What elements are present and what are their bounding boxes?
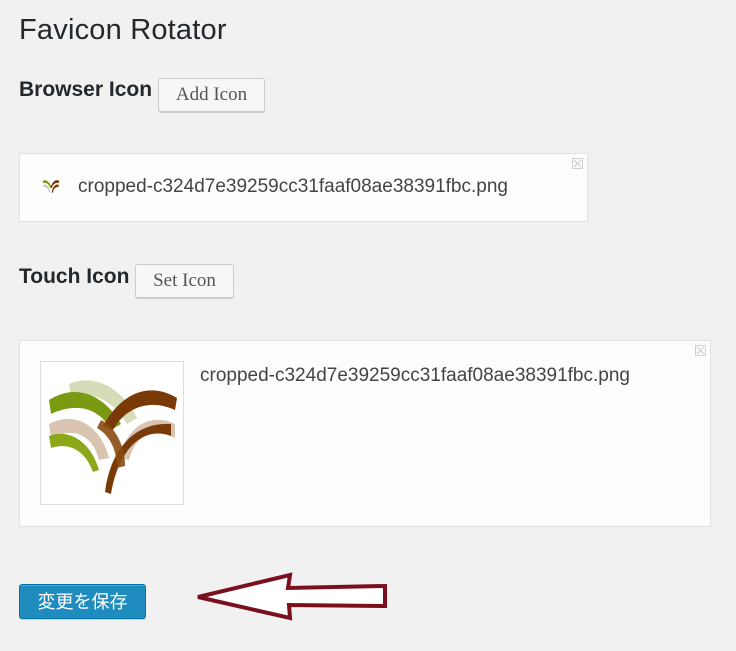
set-icon-button[interactable]: Set Icon (135, 264, 234, 298)
touch-icon-thumbnail (40, 361, 184, 505)
close-icon (696, 346, 705, 355)
browser-icon-label: Browser Icon (19, 78, 153, 101)
touch-icon-file-name: cropped-c324d7e39259cc31faaf08ae38391fbc… (200, 365, 630, 386)
touch-icon-label: Touch Icon (19, 265, 130, 288)
settings-page: Favicon Rotator Browser Icon Add Icon cr… (0, 0, 736, 651)
browser-icon-file-name: cropped-c324d7e39259cc31faaf08ae38391fbc… (78, 176, 508, 197)
leaf-logo-icon (49, 380, 177, 494)
page-title: Favicon Rotator (19, 14, 227, 46)
touch-icon-card: cropped-c324d7e39259cc31faaf08ae38391fbc… (19, 340, 711, 527)
close-icon (573, 159, 582, 168)
remove-browser-icon-button[interactable] (572, 158, 583, 169)
browser-icon-card: cropped-c324d7e39259cc31faaf08ae38391fbc… (19, 153, 588, 222)
remove-touch-icon-button[interactable] (695, 345, 706, 356)
save-changes-button[interactable]: 変更を保存 (19, 584, 146, 619)
favicon-thumbnail-small (41, 175, 61, 195)
annotation-arrow-icon (197, 572, 387, 621)
add-icon-button[interactable]: Add Icon (158, 78, 265, 112)
